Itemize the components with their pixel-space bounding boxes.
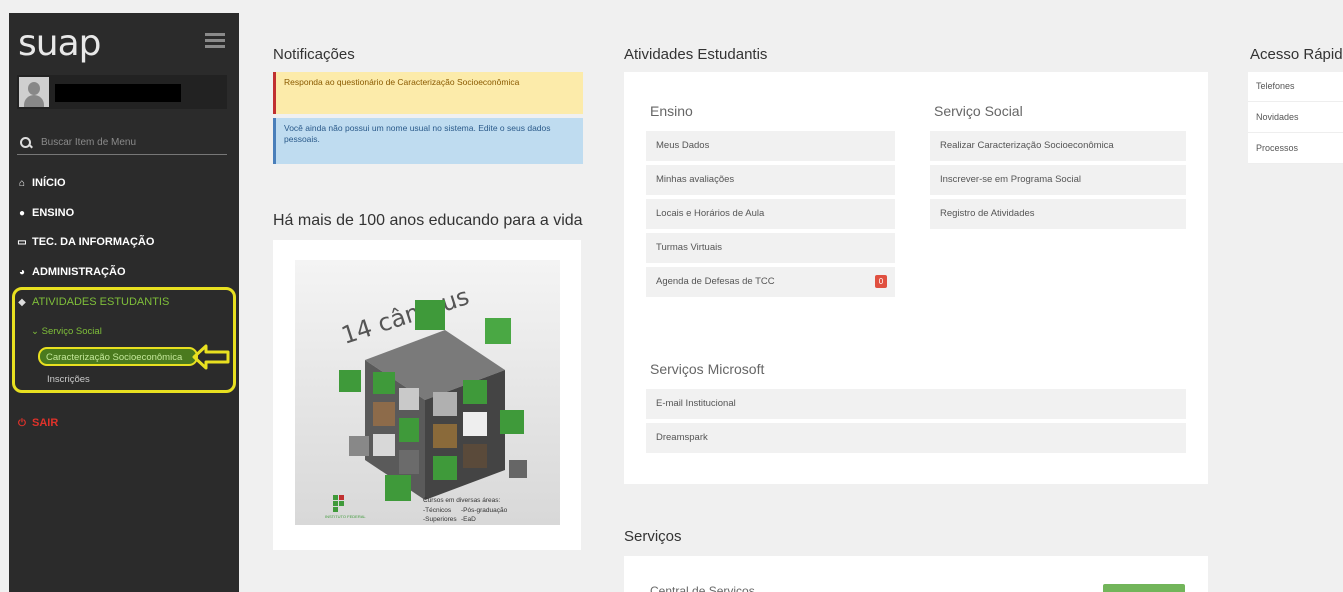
- poster-course-ead: -EaD: [461, 516, 476, 523]
- redacted-user-name: [55, 84, 181, 102]
- hamburger-menu-icon[interactable]: [205, 33, 225, 48]
- menu-item-ensino[interactable]: ● ENSINO: [17, 207, 74, 219]
- link-email-institucional[interactable]: E-mail Institucional: [646, 389, 1186, 419]
- user-profile[interactable]: [17, 75, 227, 109]
- quick-link-processos[interactable]: Processos: [1248, 134, 1343, 164]
- monitor-icon: ▭: [17, 236, 27, 248]
- quick-link-telefones[interactable]: Telefones: [1248, 72, 1343, 102]
- link-meus-dados[interactable]: Meus Dados: [646, 131, 895, 161]
- menu-item-inicio[interactable]: ⌂ INÍCIO: [17, 177, 66, 189]
- link-inscrever-programa[interactable]: Inscrever-se em Programa Social: [930, 165, 1186, 195]
- link-registro-atividades[interactable]: Registro de Atividades: [930, 199, 1186, 229]
- link-agenda-defesas[interactable]: Agenda de Defesas de TCC 0: [646, 267, 895, 297]
- menu-item-tec-informacao[interactable]: ▭ TEC. DA INFORMAÇÃO: [17, 236, 154, 248]
- acesso-rapido-title: Acesso Rápido: [1250, 46, 1343, 63]
- link-realizar-caracterizacao[interactable]: Realizar Caracterização Socioeconômica: [930, 131, 1186, 161]
- check-circle-icon: ●: [18, 207, 26, 219]
- poster-course-pos: -Pós-graduação: [461, 507, 508, 514]
- notification-info[interactable]: Você ainda não possui um nome usual no s…: [273, 118, 583, 164]
- power-icon: ⏻: [18, 417, 26, 429]
- link-minhas-avaliacoes[interactable]: Minhas avaliações: [646, 165, 895, 195]
- pie-chart-icon: ◕: [18, 266, 26, 278]
- poster-logo-text: INSTITUTO FEDERAL: [325, 514, 366, 519]
- atividades-title: Atividades Estudantis: [624, 46, 768, 63]
- link-dreamspark[interactable]: Dreamspark: [646, 423, 1186, 453]
- count-badge: 0: [875, 275, 887, 288]
- quick-link-novidades[interactable]: Novidades: [1248, 103, 1343, 133]
- banner-card: 14 câmpus INSTITUTO FEDERAL Cursos em di…: [273, 240, 581, 550]
- menu-label: ADMINISTRAÇÃO: [32, 266, 126, 278]
- list-item-label: Agenda de Defesas de TCC: [656, 276, 775, 287]
- sidebar: suap ⌂ INÍCIO ● ENSINO ▭ TEC. DA INFORMA…: [9, 13, 239, 592]
- campus-poster-image: 14 câmpus INSTITUTO FEDERAL Cursos em di…: [295, 260, 560, 525]
- servicos-action-button[interactable]: [1103, 584, 1185, 592]
- menu-label: SAIR: [32, 417, 59, 429]
- poster-course-superiores: -Superiores: [423, 516, 457, 523]
- menu-label: ENSINO: [32, 207, 75, 219]
- atividades-panel: Ensino Meus Dados Minhas avaliações Loca…: [624, 72, 1208, 484]
- notifications-title: Notificações: [273, 46, 355, 63]
- group-title-central-servicos: Central de Serviços: [650, 584, 755, 592]
- menu-item-sair[interactable]: ⏻ SAIR: [17, 417, 58, 429]
- notification-warning[interactable]: Responda ao questionário de Caracterizaç…: [273, 72, 583, 114]
- suap-logo[interactable]: suap: [18, 23, 101, 64]
- photo-cube-graphic: [333, 300, 527, 512]
- acesso-rapido-panel: Telefones Novidades Processos: [1248, 72, 1343, 164]
- menu-item-administracao[interactable]: ◕ ADMINISTRAÇÃO: [17, 266, 126, 278]
- servicos-title: Serviços: [624, 528, 682, 545]
- group-title-servico-social: Serviço Social: [934, 103, 1023, 119]
- link-turmas-virtuais[interactable]: Turmas Virtuais: [646, 233, 895, 263]
- search-icon: [19, 136, 33, 150]
- link-locais-horarios[interactable]: Locais e Horários de Aula: [646, 199, 895, 229]
- annotation-arrow-icon: [192, 344, 230, 370]
- search-input[interactable]: [41, 137, 221, 148]
- menu-label: TEC. DA INFORMAÇÃO: [32, 236, 155, 248]
- poster-courses-title: Cursos em diversas áreas:: [423, 497, 501, 504]
- poster-course-tecnicos: -Técnicos: [423, 507, 452, 514]
- group-title-microsoft: Serviços Microsoft: [650, 361, 765, 377]
- servicos-panel: Central de Serviços: [624, 556, 1208, 592]
- avatar: [19, 77, 49, 107]
- banner-title: Há mais de 100 anos educando para a vida: [273, 212, 583, 229]
- annotation-highlight: [12, 287, 236, 393]
- menu-search: [17, 131, 227, 155]
- menu-label: INÍCIO: [32, 177, 66, 189]
- group-title-ensino: Ensino: [650, 103, 693, 119]
- home-icon: ⌂: [18, 177, 26, 189]
